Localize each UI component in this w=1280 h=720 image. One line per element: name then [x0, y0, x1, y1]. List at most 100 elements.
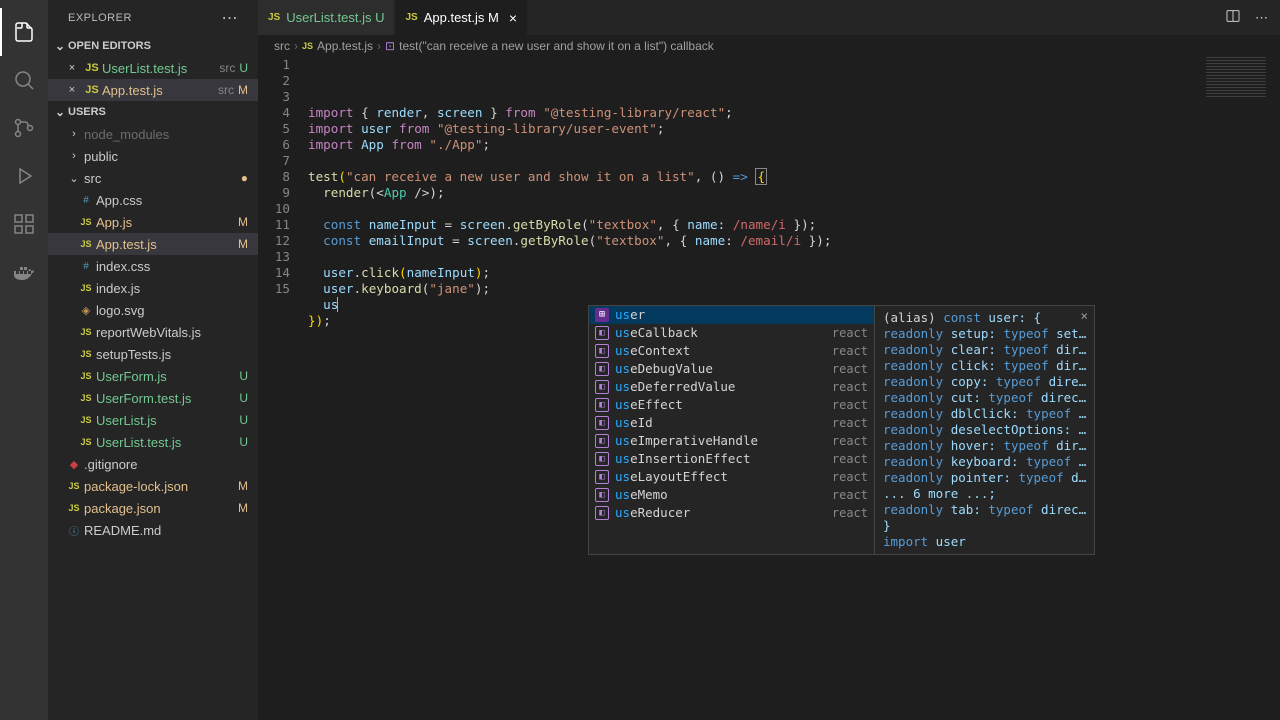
suggestion-item[interactable]: ◧ useCallback react [589, 324, 874, 342]
editor-tab[interactable]: JS UserList.test.js U [258, 0, 395, 35]
js-file-icon: JS [82, 84, 102, 96]
minimap[interactable] [1206, 57, 1266, 97]
open-editor-item[interactable]: × JS App.test.js src M [48, 79, 258, 101]
file-path: src [218, 83, 234, 97]
more-actions-icon[interactable]: ⋯ [1255, 10, 1268, 26]
item-name: UserList.test.js [96, 435, 235, 450]
suggestion-label: useEffect [615, 397, 826, 413]
js-file-icon: JS [76, 415, 96, 425]
method-icon: ◧ [595, 452, 609, 466]
json-file-icon: JS [64, 503, 84, 513]
explorer-icon[interactable] [0, 8, 48, 56]
search-icon[interactable] [0, 56, 48, 104]
js-file-icon: JS [82, 62, 102, 74]
suggestion-label: useImperativeHandle [615, 433, 826, 449]
file-item[interactable]: JS App.test.js M [48, 233, 258, 255]
close-icon[interactable]: × [509, 10, 517, 26]
item-name: UserForm.test.js [96, 391, 235, 406]
suggestion-item[interactable]: ◧ useImperativeHandle react [589, 432, 874, 450]
method-icon: ◧ [595, 362, 609, 376]
file-item[interactable]: JS UserList.test.js U [48, 431, 258, 453]
item-name: App.css [96, 193, 248, 208]
suggestion-item[interactable]: ◧ useReducer react [589, 504, 874, 522]
detail-line: readonly deselectOptions: … [883, 422, 1086, 438]
svg-file-icon: ◈ [76, 304, 96, 317]
file-item[interactable]: JS UserList.js U [48, 409, 258, 431]
open-editor-item[interactable]: × JS UserList.test.js src U [48, 57, 258, 79]
suggestion-item[interactable]: ◧ useId react [589, 414, 874, 432]
file-item[interactable]: JS package.json M [48, 497, 258, 519]
breadcrumb-part[interactable]: src [274, 39, 290, 53]
close-icon[interactable]: × [1080, 308, 1088, 324]
js-file-icon: JS [76, 349, 96, 359]
code-editor[interactable]: 123456789101112131415 import { render, s… [258, 57, 1280, 720]
suggestion-source: react [832, 487, 868, 503]
file-item[interactable]: ◈ logo.svg [48, 299, 258, 321]
js-file-icon: JS [76, 437, 96, 447]
docker-icon[interactable] [0, 248, 48, 296]
suggestion-item[interactable]: ◧ useEffect react [589, 396, 874, 414]
js-file-icon: JS [268, 12, 280, 23]
suggestion-item[interactable]: ◧ useDeferredValue react [589, 378, 874, 396]
close-icon[interactable]: × [62, 62, 82, 74]
folder-item[interactable]: › node_modules [48, 123, 258, 145]
folder-item[interactable]: ⌄ src ● [48, 167, 258, 189]
detail-line: readonly dblClick: typeof … [883, 406, 1086, 422]
suggestion-list[interactable]: ⊞ user ◧ useCallback react◧ useContext r… [589, 306, 874, 554]
method-icon: ◧ [595, 506, 609, 520]
detail-line: readonly hover: typeof dir… [883, 438, 1086, 454]
suggestion-item[interactable]: ◧ useLayoutEffect react [589, 468, 874, 486]
chevron-right-icon: › [377, 39, 381, 53]
file-item[interactable]: JS setupTests.js [48, 343, 258, 365]
git-status-badge: U [239, 391, 248, 405]
file-item[interactable]: JS App.js M [48, 211, 258, 233]
source-control-icon[interactable] [0, 104, 48, 152]
item-name: index.css [96, 259, 248, 274]
project-label: USERS [68, 106, 106, 118]
editor-tab[interactable]: JS App.test.js M × [395, 0, 528, 35]
git-status-badge: U [239, 435, 248, 449]
item-name: src [84, 171, 237, 186]
file-item[interactable]: JS UserForm.test.js U [48, 387, 258, 409]
project-header[interactable]: ⌄ USERS [48, 101, 258, 123]
file-item[interactable]: JS index.js [48, 277, 258, 299]
extensions-icon[interactable] [0, 200, 48, 248]
breadcrumb-part[interactable]: test("can receive a new user and show it… [399, 39, 714, 53]
item-name: App.test.js [96, 237, 234, 252]
suggestion-source: react [832, 343, 868, 359]
item-name: reportWebVitals.js [96, 325, 248, 340]
close-icon[interactable]: × [62, 84, 82, 96]
detail-line: ... 6 more ...; [883, 486, 1086, 502]
js-file-icon: JS [302, 41, 313, 51]
suggestion-item[interactable]: ◧ useInsertionEffect react [589, 450, 874, 468]
file-item[interactable]: JS UserForm.js U [48, 365, 258, 387]
js-file-icon: JS [76, 371, 96, 381]
method-icon: ◧ [595, 398, 609, 412]
open-editors-header[interactable]: ⌄ OPEN EDITORS [48, 35, 258, 57]
detail-line: readonly setup: typeof set… [883, 326, 1086, 342]
suggestion-item[interactable]: ◧ useMemo react [589, 486, 874, 504]
sidebar-more-icon[interactable]: ⋯ [222, 8, 239, 28]
suggestion-source: react [832, 379, 868, 395]
suggestion-item[interactable]: ⊞ user [589, 306, 874, 324]
split-editor-icon[interactable] [1225, 8, 1241, 27]
breadcrumb[interactable]: src › JS App.test.js › ⊡ test("can recei… [258, 35, 1280, 57]
js-file-icon: JS [76, 393, 96, 403]
file-item[interactable]: JS reportWebVitals.js [48, 321, 258, 343]
method-icon: ◧ [595, 488, 609, 502]
folder-item[interactable]: › public [48, 145, 258, 167]
suggestion-item[interactable]: ◧ useDebugValue react [589, 360, 874, 378]
suggestion-source: react [832, 325, 868, 341]
file-item[interactable]: # App.css [48, 189, 258, 211]
suggestion-item[interactable]: ◧ useContext react [589, 342, 874, 360]
chevron-right-icon: › [64, 128, 84, 140]
css-file-icon: # [76, 195, 96, 206]
file-item[interactable]: ⓘ README.md [48, 519, 258, 541]
debug-icon[interactable] [0, 152, 48, 200]
breadcrumb-part[interactable]: App.test.js [317, 39, 373, 53]
intellisense-popup[interactable]: ⊞ user ◧ useCallback react◧ useContext r… [588, 305, 1095, 555]
file-item[interactable]: JS package-lock.json M [48, 475, 258, 497]
file-item[interactable]: ◆ .gitignore [48, 453, 258, 475]
file-item[interactable]: # index.css [48, 255, 258, 277]
open-editors-label: OPEN EDITORS [68, 40, 151, 52]
